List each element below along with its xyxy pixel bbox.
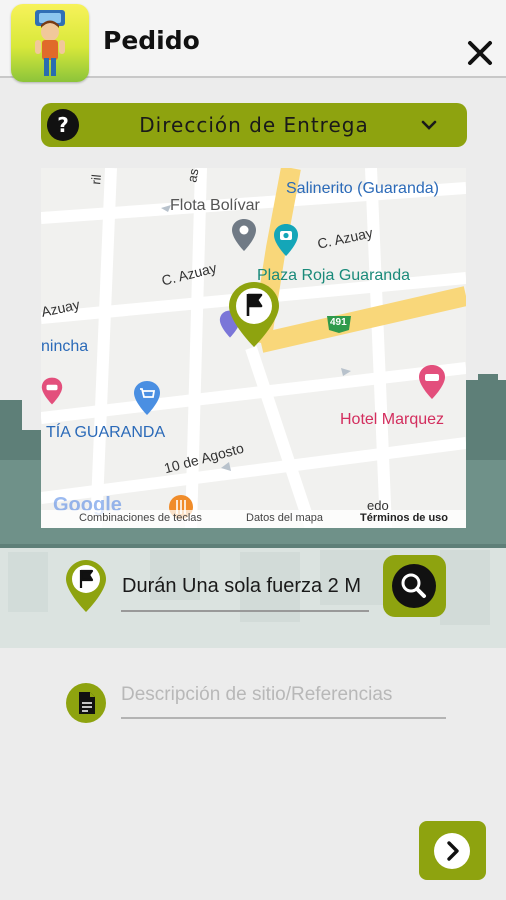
- place-label: Salinerito (Guaranda): [286, 180, 439, 197]
- search-address-button[interactable]: [383, 555, 446, 617]
- address-value[interactable]: Durán Una sola fuerza 2 M: [122, 575, 368, 598]
- map-attribution-bar: Combinaciones de teclas Datos del mapa T…: [41, 510, 466, 528]
- next-button[interactable]: [419, 821, 486, 880]
- flag-pin-icon: [66, 560, 106, 612]
- page-title: Pedido: [103, 26, 200, 55]
- close-button[interactable]: [460, 34, 500, 74]
- app-header: Pedido: [0, 0, 506, 82]
- search-icon: [392, 564, 436, 608]
- place-label: Flota Bolívar: [170, 197, 260, 214]
- route-shield-label: 491: [330, 317, 347, 328]
- keyboard-shortcuts-link[interactable]: Combinaciones de teclas: [79, 512, 202, 524]
- terms-link[interactable]: Términos de uso: [360, 512, 448, 524]
- street-label: as: [184, 168, 202, 184]
- place-label: TÍA GUARANDA: [46, 424, 166, 441]
- address-field[interactable]: Durán Una sola fuerza 2 M: [121, 568, 369, 612]
- description-field: [121, 674, 446, 719]
- chevron-right-icon: [434, 833, 470, 869]
- map-data-link[interactable]: Datos del mapa: [246, 512, 323, 524]
- street-label: ril: [88, 173, 104, 186]
- document-icon: [79, 692, 95, 714]
- close-icon: [468, 41, 492, 65]
- chevron-down-icon: [421, 120, 437, 130]
- shopping-cart-icon: [134, 381, 160, 415]
- description-icon-container: [66, 683, 106, 723]
- app-logo: [11, 4, 89, 82]
- location-marker-icon: [232, 219, 256, 251]
- delivery-map[interactable]: C. Azuay C. Azuay Azuay 10 de Agosto ril…: [41, 168, 466, 528]
- hotel-icon: [419, 365, 445, 399]
- place-label: nincha: [41, 338, 89, 355]
- camera-icon: [274, 224, 298, 256]
- selected-location-pin-icon: [229, 282, 279, 347]
- delivery-address-dropdown[interactable]: ? Dirección de Entrega: [41, 103, 467, 147]
- place-label: Hotel Marquez: [340, 411, 445, 428]
- hotel-icon: [41, 377, 63, 405]
- delivery-address-label: Dirección de Entrega: [139, 113, 369, 137]
- description-input[interactable]: [121, 678, 446, 712]
